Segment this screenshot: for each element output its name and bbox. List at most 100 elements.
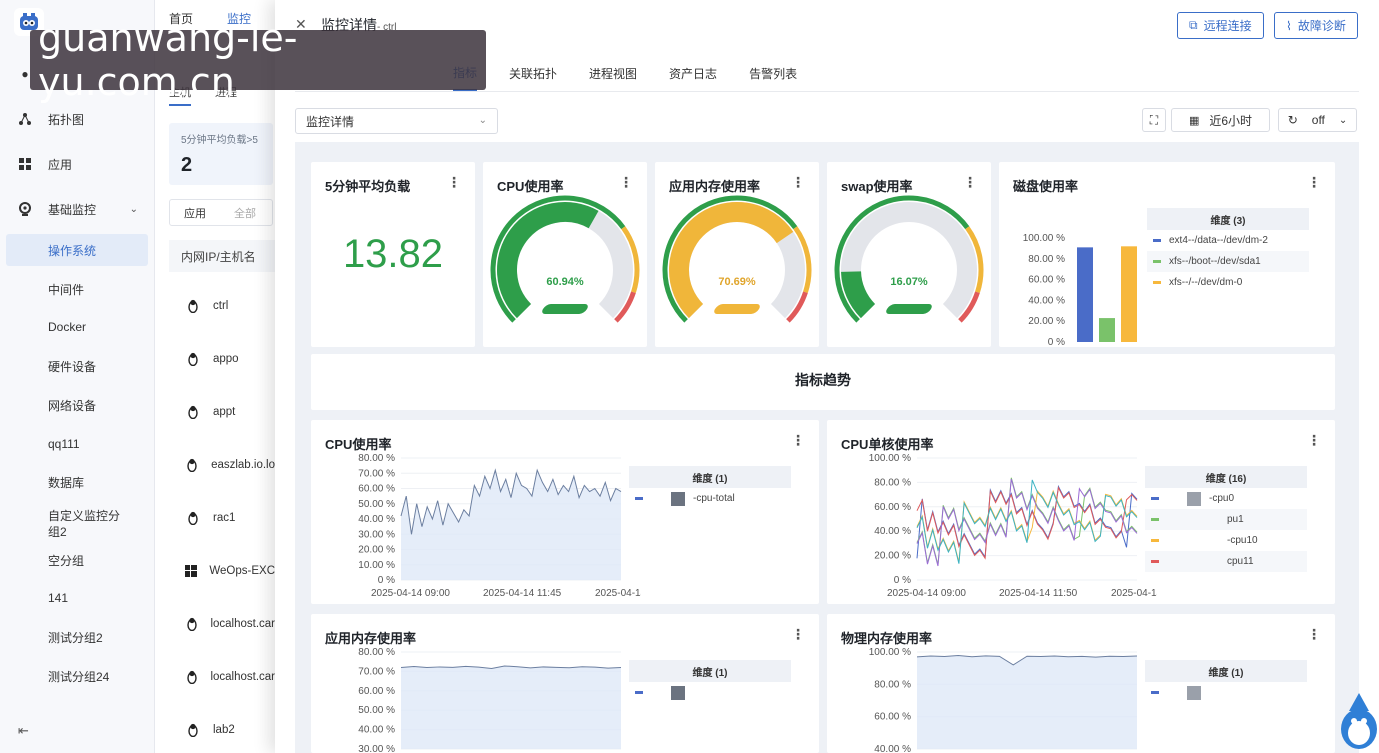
host-row[interactable]: ctrl	[169, 280, 275, 332]
nav-label: 自定义监控分组2	[48, 509, 121, 539]
series-line	[916, 479, 1138, 564]
legend-item[interactable]: xfs--/boot--/dev/sda1	[1147, 251, 1309, 272]
host-row[interactable]: lab2	[169, 704, 275, 753]
core-line-chart: 100.00 % 80.00 % 60.00 % 40.00 % 20.00 % 0 % 2…	[869, 454, 1157, 599]
refresh-value: off	[1311, 113, 1325, 127]
y-tick-label: 0 %	[378, 575, 395, 586]
remote-connect-button[interactable]: ⧉ 远程连接	[1177, 12, 1264, 39]
nav-item-middleware[interactable]: 中间件	[6, 273, 148, 305]
legend-item[interactable]	[629, 682, 791, 703]
panel-title: 应用内存使用率	[325, 631, 417, 646]
phys-mem-line-chart: 100.00 % 80.00 % 60.00 % 40.00 %	[869, 648, 1138, 753]
nav-item-basic-monitor[interactable]: 基础监控 ⌄	[6, 193, 148, 225]
collapse-menu-icon[interactable]: ⇤	[18, 723, 29, 739]
y-tick-label: 60.00 %	[358, 484, 395, 495]
more-icon[interactable]: ⋮	[1307, 626, 1321, 643]
more-icon[interactable]: ⋮	[791, 626, 805, 643]
tab-process-view[interactable]: 进程视图	[589, 65, 637, 82]
y-tick-label: 40.00 %	[1028, 295, 1065, 306]
load-alert-card[interactable]: 5分钟平均负载>5 2	[169, 123, 273, 185]
nav-label: 141	[48, 591, 69, 605]
legend-item[interactable]: -cpu-total	[629, 488, 791, 509]
nav-item-docker[interactable]: Docker	[6, 311, 148, 343]
auto-refresh-select[interactable]: ↻ off ⌄	[1278, 108, 1357, 132]
fault-diagnosis-button[interactable]: ⌇ 故障诊断	[1274, 12, 1358, 39]
nav-item-empty-group[interactable]: 空分组	[6, 544, 148, 576]
linux-icon	[185, 669, 198, 685]
x-tick-label: 2025-04-14 14	[595, 588, 641, 599]
legend-title: 维度 (1)	[629, 466, 791, 488]
host-row[interactable]: localhost.car	[169, 651, 275, 703]
y-tick-label: 60.00 %	[358, 686, 395, 697]
y-tick-label: 60.00 %	[874, 712, 911, 723]
legend-item[interactable]: xfs--/--/dev/dm-0	[1147, 272, 1309, 293]
host-row[interactable]: rac1	[169, 492, 275, 544]
host-row[interactable]: localhost.car	[169, 598, 275, 650]
x-tick-label: 2025-04-14 14	[1111, 588, 1157, 599]
nav-item-topology[interactable]: 拓扑图	[6, 103, 148, 135]
tab-alerts[interactable]: 告警列表	[749, 65, 797, 82]
nav-item-network[interactable]: 网络设备	[6, 389, 148, 421]
legend-label: xfs--/--/dev/dm-0	[1169, 277, 1243, 288]
legend-item[interactable]: pu1	[1145, 509, 1307, 530]
y-tick-label: 100.00 %	[1023, 233, 1065, 244]
nav-item-test-group2[interactable]: 测试分组2	[6, 621, 148, 653]
app-mem-trend-panel: 应用内存使用率 ⋮ 80.00 % 70.00 % 60.00 % 50.00 % 40…	[311, 614, 819, 753]
mem-gauge	[662, 195, 812, 323]
legend-swatch	[635, 497, 643, 500]
assistant-mascot-icon[interactable]	[1335, 681, 1379, 753]
nav-item-qq111[interactable]: qq111	[6, 428, 148, 460]
linux-icon	[185, 510, 201, 526]
y-tick-label: 0 %	[894, 575, 911, 586]
more-icon[interactable]: ⋮	[1307, 432, 1321, 449]
fullscreen-icon: ⛶	[1149, 112, 1159, 127]
segment-all[interactable]: 全部	[220, 205, 270, 221]
legend-item[interactable]	[1145, 682, 1307, 703]
nav-item-apps[interactable]: 应用	[6, 148, 148, 180]
legend-label: -cpu-total	[693, 493, 735, 504]
linux-icon	[185, 298, 201, 314]
host-row[interactable]: WeOps-EXC	[169, 545, 275, 597]
host-row[interactable]: easzlab.io.lo	[169, 439, 275, 491]
y-tick-label: 80.00 %	[1028, 254, 1065, 265]
nav-item-os[interactable]: 操作系统	[6, 234, 148, 266]
legend-swatch	[1151, 560, 1159, 563]
logo-icon	[20, 13, 38, 30]
time-range-picker[interactable]: ▦ 近6小时	[1171, 108, 1270, 132]
legend-label: cpu11	[1227, 556, 1254, 567]
nav-item-hardware[interactable]: 硬件设备	[6, 350, 148, 382]
more-icon[interactable]: ⋮	[1307, 174, 1321, 191]
nav-item-test-group24[interactable]: 测试分组24	[6, 660, 148, 692]
legend-item[interactable]: cpu11	[1145, 551, 1307, 572]
panel-title: CPU使用率	[325, 437, 392, 452]
y-tick-label: 40.00 %	[874, 526, 911, 537]
dashboard-select[interactable]: 监控详情 ⌄	[295, 108, 498, 134]
disk-bar	[1077, 247, 1093, 342]
tab-topology[interactable]: 关联拓扑	[509, 65, 557, 82]
legend-title: 维度 (1)	[1145, 660, 1307, 682]
host-row[interactable]: appo	[169, 333, 275, 385]
y-tick-label: 80.00 %	[874, 477, 911, 488]
host-row[interactable]: appt	[169, 386, 275, 438]
nav-label: 基础监控	[48, 202, 97, 217]
legend-item[interactable]: ext4--/data--/dev/dm-2	[1147, 230, 1309, 251]
more-icon[interactable]: ⋮	[447, 174, 461, 191]
legend-swatch	[1151, 518, 1159, 521]
legend-swatch	[1153, 239, 1161, 242]
nav-label: 空分组	[48, 553, 85, 568]
core-trend-panel: CPU单核使用率 ⋮ 100.00 % 80.00 % 60.00 % 40.00 %…	[827, 420, 1335, 604]
tab-asset-log[interactable]: 资产日志	[669, 65, 717, 82]
segment-app[interactable]: 应用	[170, 205, 220, 221]
legend-swatch	[1151, 539, 1159, 542]
core-legend: 维度 (16) -cpu0 pu1 -cpu10 cpu11	[1145, 466, 1307, 572]
nav-item-141[interactable]: 141	[6, 582, 148, 614]
nav-item-database[interactable]: 数据库	[6, 466, 148, 498]
more-icon[interactable]: ⋮	[791, 432, 805, 449]
legend-item[interactable]: -cpu0	[1145, 488, 1307, 509]
topology-icon	[18, 112, 32, 126]
nav-item-custom-group2[interactable]: 自定义监控分组2	[6, 505, 126, 543]
series-area	[401, 470, 621, 580]
legend-item[interactable]: -cpu10	[1145, 530, 1307, 551]
fullscreen-button[interactable]: ⛶	[1142, 108, 1166, 132]
monitor-icon	[18, 202, 32, 216]
